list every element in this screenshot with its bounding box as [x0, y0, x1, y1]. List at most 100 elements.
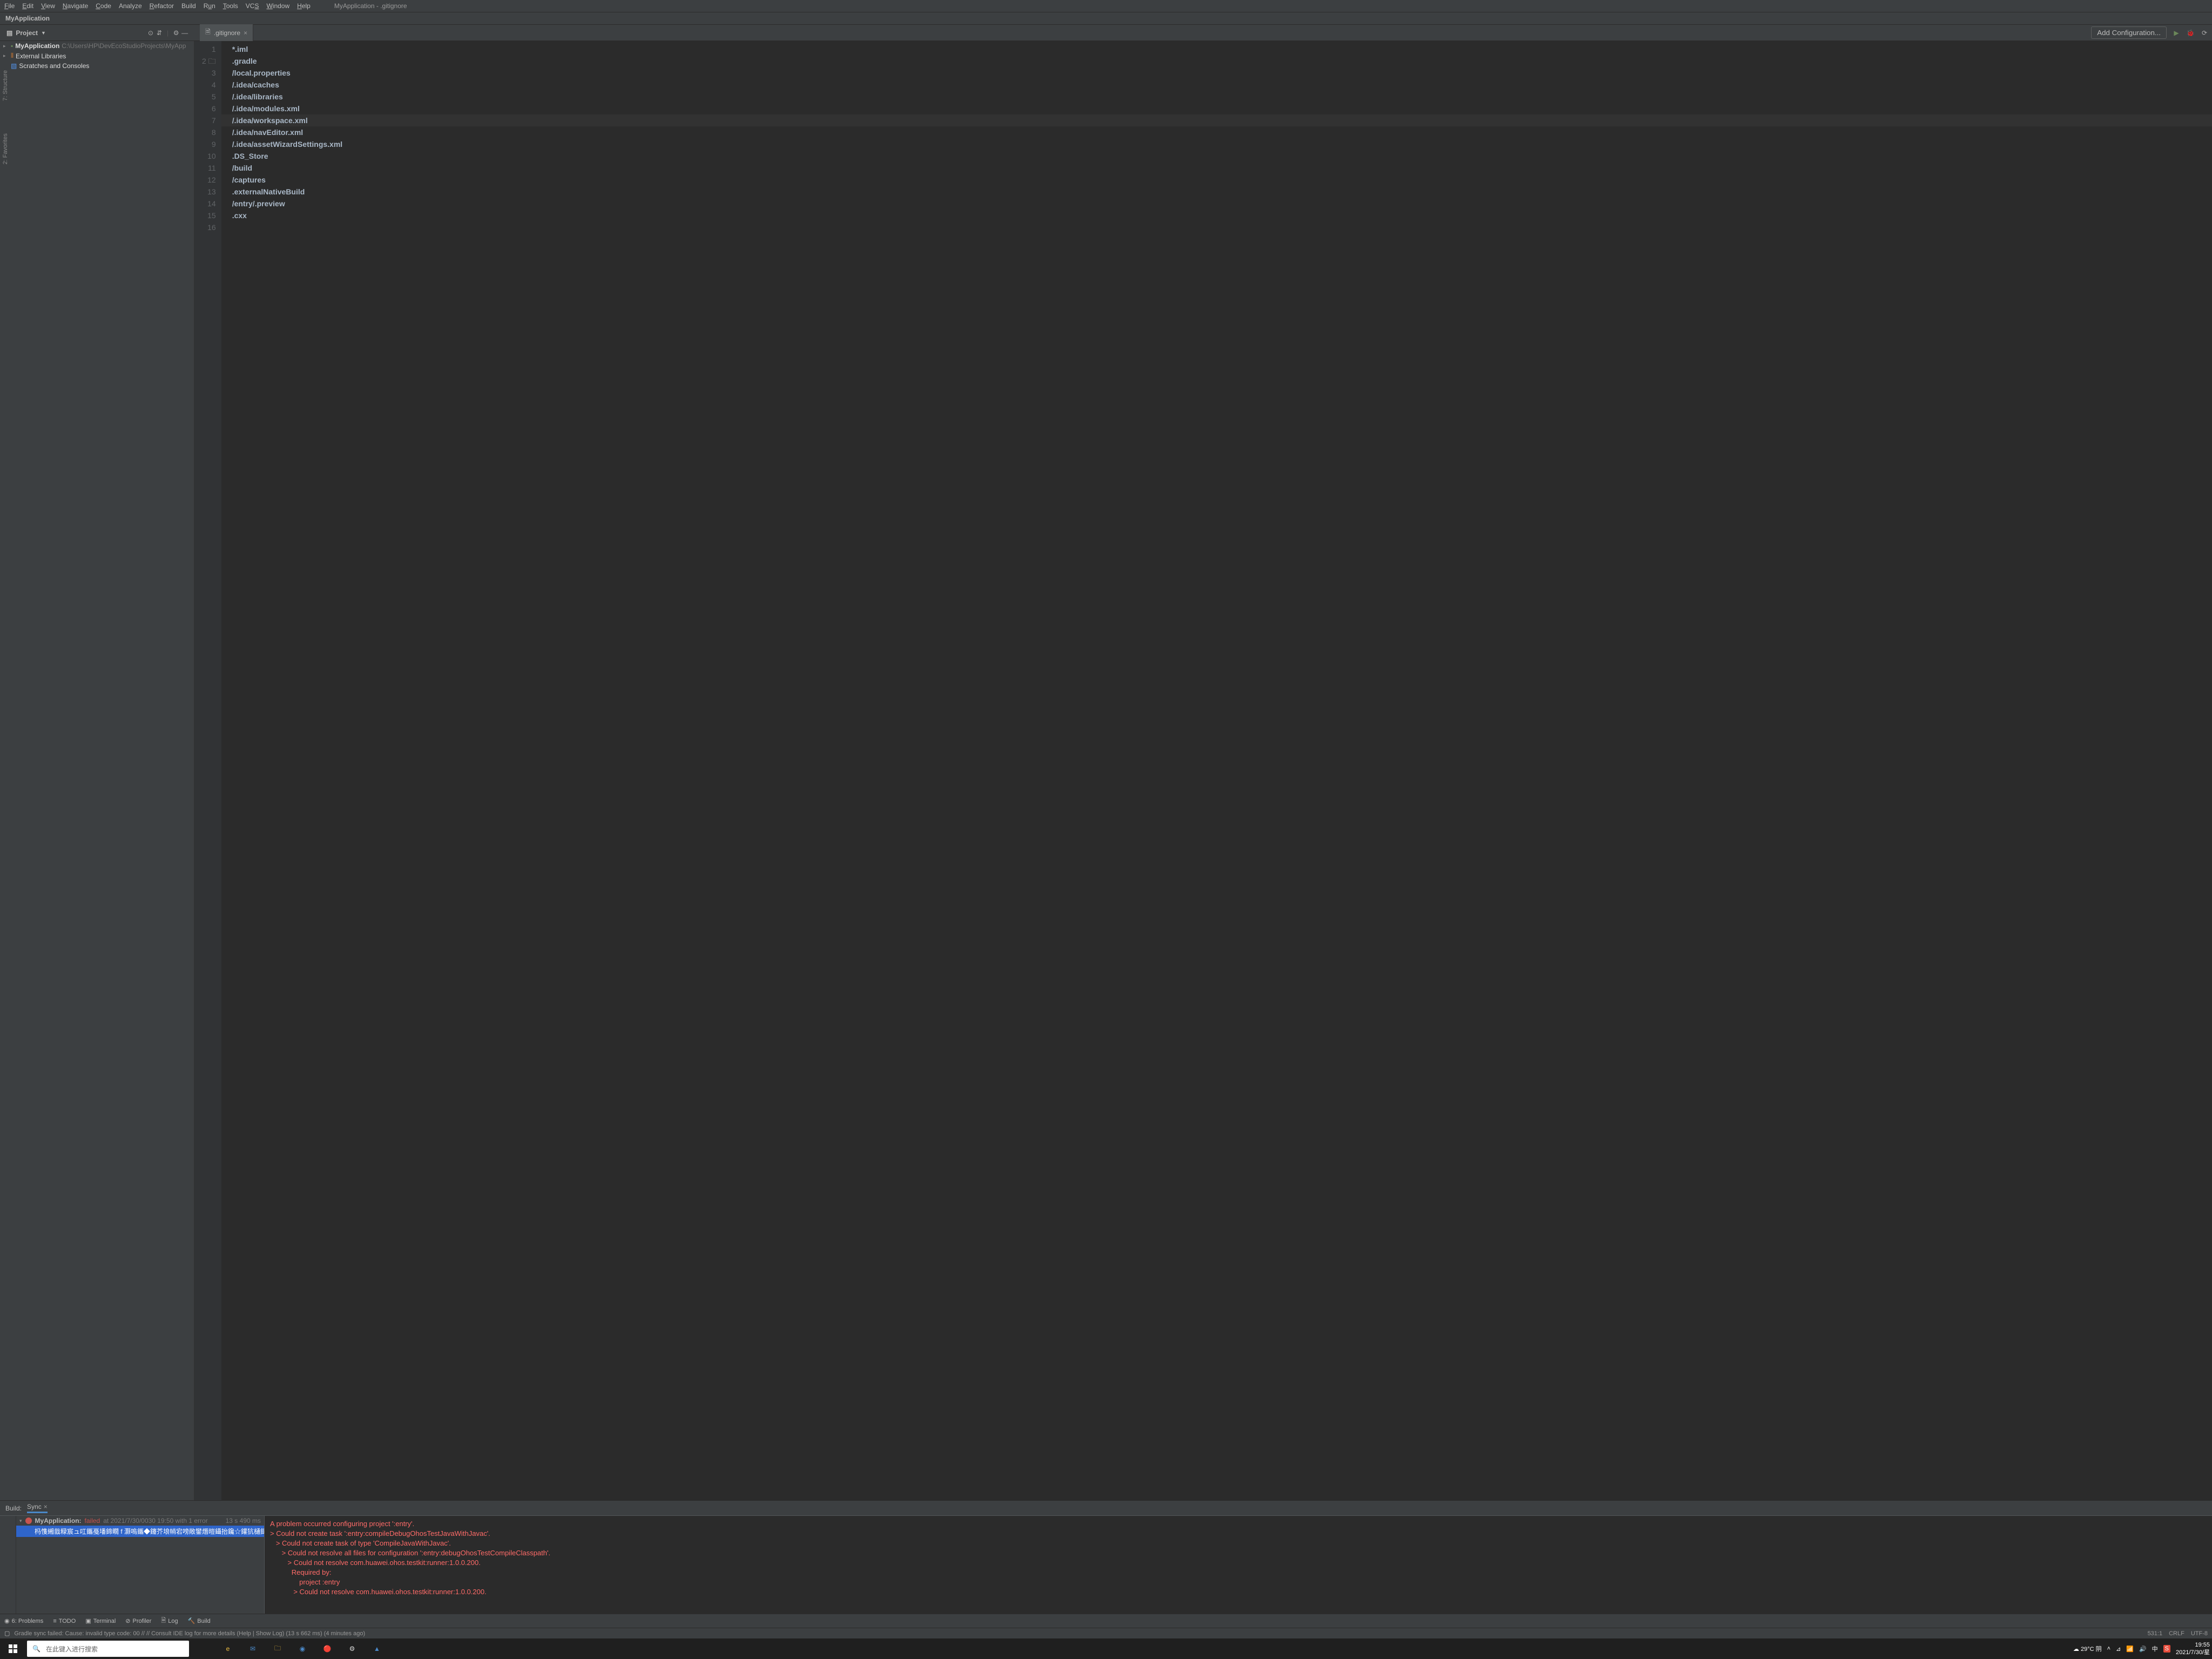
- project-tree[interactable]: ▸ ▪ MyApplication C:\Users\HP\DevEcoStud…: [0, 41, 194, 1500]
- tool-window-tabs: ◉ 6: Problems ≡ TODO ▣ Terminal ⊘ Profil…: [0, 1614, 2212, 1628]
- start-button[interactable]: [2, 1640, 24, 1657]
- tree-root[interactable]: ▸ ▪ MyApplication C:\Users\HP\DevEcoStud…: [0, 41, 194, 51]
- left-tool-rail: 7: Structure 2: Favorites: [0, 65, 12, 170]
- build-subtask-row[interactable]: 杩愯緗戠粶宸ュ叿鑴戞墦鍗瞯 f 灏嗚鑴◆鑳芥埌帩宕嗙敞鐢熸暟鑷抬鑱☆鑵犺樋鍓嶆暟…: [16, 1526, 264, 1537]
- menu-bar: FFileile Edit View Navigate Code Analyze…: [0, 0, 2212, 12]
- tab-todo[interactable]: ≡ TODO: [53, 1616, 76, 1626]
- close-icon[interactable]: ×: [44, 1503, 48, 1510]
- chevron-down-icon[interactable]: ▾: [19, 1518, 22, 1524]
- run-icon[interactable]: ▶: [2172, 29, 2181, 37]
- caret-position[interactable]: 531:1: [2148, 1630, 2163, 1637]
- close-icon[interactable]: ×: [244, 29, 247, 37]
- weather-widget[interactable]: ☁ 29°C 阴: [2073, 1644, 2102, 1653]
- folder-icon: ▪: [11, 42, 13, 50]
- app-deveco-icon[interactable]: ▲: [366, 1640, 388, 1657]
- build-tab-sync[interactable]: Sync×: [27, 1503, 48, 1513]
- menu-edit[interactable]: Edit: [22, 2, 33, 10]
- menu-window[interactable]: Window: [266, 2, 289, 10]
- tab-log[interactable]: 🗎 Log: [161, 1616, 178, 1626]
- hide-icon[interactable]: —: [180, 29, 189, 37]
- menu-analyze[interactable]: Analyze: [119, 2, 142, 10]
- app-settings-icon[interactable]: ⚙: [341, 1640, 363, 1657]
- gear-icon[interactable]: ⚙: [172, 29, 180, 37]
- status-message: Gradle sync failed: Cause: invalid type …: [14, 1630, 365, 1637]
- windows-taskbar: 🔍 在此键入进行搜索 e ✉ 🗀 ◉ 🔴 ⚙ ▲ ☁ 29°C 阴 ˄ ⊿ 📶 …: [0, 1638, 2212, 1659]
- project-root-crumb[interactable]: MyApplication: [5, 15, 50, 22]
- tree-scratch-label: Scratches and Consoles: [19, 62, 89, 70]
- build-output[interactable]: A problem occurred configuring project '…: [265, 1516, 2212, 1614]
- tree-external-libs[interactable]: ▸ ⫴ External Libraries: [0, 51, 194, 61]
- menu-tools[interactable]: Tools: [223, 2, 238, 10]
- build-task-time: at 2021/7/30/0030 19:50 with 1 error: [103, 1517, 207, 1525]
- rail-favorites[interactable]: 2: Favorites: [0, 128, 11, 170]
- app-explorer-icon[interactable]: 🗀: [267, 1640, 288, 1657]
- code-editor[interactable]: 12 🗀345678910111213141516 *.iml.gradle/l…: [194, 41, 2212, 1500]
- search-icon: 🔍: [32, 1645, 41, 1653]
- menu-navigate[interactable]: Navigate: [63, 2, 88, 10]
- menu-refactor[interactable]: Refactor: [150, 2, 174, 10]
- app-mail-icon[interactable]: ✉: [242, 1640, 264, 1657]
- build-task-row[interactable]: ▾ MyApplication: failed at 2021/7/30/003…: [16, 1516, 264, 1526]
- build-subtask-text: 杩愯緗戠粶宸ュ叿鑴戞墦鍗瞯 f 灏嗚鑴◆鑳芥埌帩宕嗙敞鐢熸暟鑷抬鑱☆鑵犺樋鍓嶆暟…: [35, 1527, 265, 1536]
- locate-icon[interactable]: ⊙: [146, 29, 155, 37]
- menu-file[interactable]: FFileile: [4, 2, 15, 10]
- breadcrumb-path: MyApplication - .gitignore: [334, 2, 407, 10]
- volume-icon[interactable]: 🔊: [2139, 1645, 2147, 1653]
- tab-profiler[interactable]: ⊘ Profiler: [125, 1616, 151, 1626]
- tree-scratches[interactable]: ▧ Scratches and Consoles: [0, 61, 194, 71]
- status-bar: ▢ Gradle sync failed: Cause: invalid typ…: [0, 1628, 2212, 1638]
- collapse-icon[interactable]: ⇵: [155, 29, 164, 37]
- app-chrome-icon[interactable]: 🔴: [316, 1640, 338, 1657]
- build-panel-header: Build: Sync×: [0, 1501, 2212, 1516]
- taskbar-search[interactable]: 🔍 在此键入进行搜索: [27, 1641, 189, 1657]
- build-task-tree[interactable]: ▾ MyApplication: failed at 2021/7/30/003…: [16, 1516, 265, 1614]
- ime-indicator[interactable]: 中: [2152, 1644, 2158, 1653]
- status-icon[interactable]: ▢: [4, 1630, 10, 1637]
- tab-gitignore[interactable]: 🗎 .gitignore ×: [200, 24, 253, 41]
- tab-build[interactable]: 🔨 Build: [188, 1616, 211, 1626]
- search-placeholder: 在此键入进行搜索: [46, 1644, 98, 1654]
- menu-help[interactable]: Help: [297, 2, 311, 10]
- add-configuration-button[interactable]: Add Configuration...: [2091, 26, 2167, 39]
- build-toolbar: [0, 1516, 16, 1614]
- app-ie-icon[interactable]: e: [217, 1640, 239, 1657]
- build-panel: Build: Sync× ▾ MyApplication: failed at …: [0, 1500, 2212, 1614]
- encoding[interactable]: UTF-8: [2191, 1630, 2208, 1637]
- tab-problems[interactable]: ◉ 6: Problems: [4, 1616, 43, 1626]
- network-icon[interactable]: ⊿: [2116, 1645, 2121, 1653]
- menu-run[interactable]: Run: [204, 2, 215, 10]
- chevron-right-icon[interactable]: ▸: [3, 53, 9, 59]
- error-icon: [25, 1518, 32, 1524]
- menu-code[interactable]: Code: [96, 2, 111, 10]
- build-label: Build:: [5, 1505, 22, 1512]
- line-separator[interactable]: CRLF: [2169, 1630, 2184, 1637]
- file-icon: 🗎: [205, 27, 211, 38]
- menu-vcs[interactable]: VCS: [246, 2, 259, 10]
- folder-icon: ▤: [6, 29, 12, 37]
- chevron-right-icon[interactable]: ▸: [3, 43, 9, 49]
- sogou-icon[interactable]: S: [2163, 1645, 2170, 1653]
- build-body: ▾ MyApplication: failed at 2021/7/30/003…: [0, 1516, 2212, 1614]
- clock[interactable]: 19:55 2021/7/30/星: [2176, 1641, 2210, 1656]
- library-icon: ⫴: [11, 52, 14, 60]
- tray-chevron-icon[interactable]: ˄: [2107, 1645, 2110, 1652]
- wifi-icon[interactable]: 📶: [2126, 1645, 2134, 1653]
- tab-terminal[interactable]: ▣ Terminal: [85, 1616, 116, 1626]
- build-task-status: failed: [85, 1517, 100, 1525]
- build-task-duration: 13 s 490 ms: [226, 1517, 261, 1525]
- project-view-selector[interactable]: ▤ Project ▼: [3, 28, 49, 38]
- rail-structure[interactable]: 7: Structure: [0, 65, 11, 106]
- build-task-name: MyApplication:: [35, 1517, 82, 1525]
- app-edge-icon[interactable]: ◉: [292, 1640, 313, 1657]
- separator: |: [167, 29, 168, 37]
- menu-view[interactable]: View: [41, 2, 55, 10]
- editor-content[interactable]: *.iml.gradle/local.properties/.idea/cach…: [221, 41, 2212, 1500]
- chevron-down-icon: ▼: [41, 30, 46, 36]
- tab-label: .gitignore: [214, 29, 240, 37]
- debug-icon[interactable]: 🐞: [2186, 29, 2195, 37]
- system-tray: ☁ 29°C 阴 ˄ ⊿ 📶 🔊 中 S 19:55 2021/7/30/星: [2073, 1641, 2210, 1656]
- cortana-icon[interactable]: [192, 1640, 214, 1657]
- menu-build[interactable]: Build: [181, 2, 196, 10]
- editor-tabs: 🗎 .gitignore ×: [200, 24, 253, 41]
- stop-icon[interactable]: ⟳: [2200, 29, 2209, 37]
